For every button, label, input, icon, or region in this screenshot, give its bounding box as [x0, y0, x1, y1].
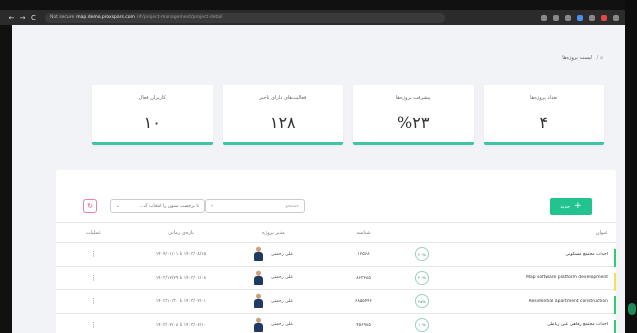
extension-icon[interactable]	[541, 14, 547, 21]
stat-value: %۲۳	[397, 113, 430, 132]
add-project-button[interactable]: جدید +	[550, 198, 592, 215]
avatar	[253, 246, 263, 262]
status-accent	[614, 272, 616, 291]
table-row[interactable]: احداث مجتمع مسکونی ۲۰% ۱۲۵۶۸ علی رحمتی ۱…	[56, 242, 616, 268]
project-id: ۸۶۳۲۸۵	[356, 275, 371, 281]
avatar	[253, 316, 263, 333]
project-id: ۱۲۵۶۸	[357, 252, 370, 258]
date-range: ۱۴۰۳/۰۲/۰۱ تا ۱۴۰۳/۱۰/۳۰	[155, 299, 207, 305]
header-id[interactable]: شناسه	[316, 230, 411, 236]
extensions-bar	[541, 14, 619, 21]
progress-ring: ۲۵%	[415, 294, 429, 309]
manager-name: علی رحمتی	[270, 251, 294, 257]
stat-card-users: کاربران فعال ۱۰	[92, 85, 213, 145]
stat-title: فعالیت‌های دارای تاخیر	[259, 95, 307, 101]
date-range: ۱۴۰۳/۰۶/۱۰ تا ۱۴۰۳/۰۲/۰۸	[155, 322, 207, 328]
page: ⌂ / لیست پروژه‌ها تعداد پروژه‌ها ۴ پیشرف…	[12, 25, 625, 333]
extension-icon[interactable]	[589, 14, 595, 21]
header-ops: عملیات	[85, 229, 102, 236]
progress-ring: ۴۰%	[415, 270, 429, 285]
extension-icon[interactable]	[565, 14, 571, 21]
progress-ring: ۲۰%	[415, 247, 429, 262]
window-edge	[625, 0, 637, 333]
stat-card-delayed: فعالیت‌های دارای تاخیر ۱۲۸	[222, 85, 343, 145]
avatar	[253, 293, 263, 309]
project-title[interactable]: Residential apartment construction	[437, 299, 608, 304]
refresh-button[interactable]: ↻	[83, 199, 97, 213]
progress-ring: ۱۰%	[415, 317, 429, 332]
more-options-icon[interactable]: ⋮	[90, 274, 97, 282]
browser-toolbar: ← → C Not secure map.demo.proxspars.com …	[0, 10, 625, 25]
status-accent	[614, 249, 616, 268]
stat-title: کاربران فعال	[138, 95, 166, 101]
column-select[interactable]: تا برچسب ستون را انتخاب ک... ⌄	[110, 199, 205, 213]
address-bar[interactable]: Not secure map.demo.proxspars.com /#/pro…	[45, 12, 445, 23]
manager-name: علی رحمتی	[270, 275, 294, 281]
table-row[interactable]: Residential apartment construction ۲۵% ۶…	[56, 289, 616, 315]
table-toolbar: جدید + جستجو ⌕ تا برچسب ستون را انتخاب ک…	[70, 198, 592, 216]
menu-icon[interactable]	[613, 14, 619, 21]
stat-value: ۴	[539, 113, 549, 132]
plus-icon: +	[574, 201, 582, 211]
header-title[interactable]: عنوان	[411, 230, 616, 236]
profile-icon[interactable]	[601, 14, 607, 21]
stat-card-progress: پیشرفت پروژه‌ها %۲۳	[353, 85, 474, 145]
url-host: map.demo.proxspars.com	[76, 15, 135, 20]
search-placeholder: جستجو	[285, 203, 299, 209]
status-accent	[614, 319, 616, 333]
extension-icon[interactable]	[553, 14, 559, 21]
chevron-down-icon: ⌄	[116, 203, 120, 209]
stat-value: ۱۰	[143, 113, 161, 132]
date-range: ۱۴۰۳/۰۸/۱۵ تا ۱۴۰۴/۰۱/۰۱	[155, 252, 207, 258]
url-path: /#/project-management/project-detail	[136, 15, 223, 20]
table-header: عنوان شناسه مدیر پروژه بازه‌ی زمانی عملی…	[56, 222, 616, 242]
date-range: ۱۴۰۳/۰۱/۰۸ تا ۱۴۰۳/۱۲/۲۹	[155, 275, 207, 281]
header-manager[interactable]: مدیر پروژه	[231, 230, 316, 236]
column-select-value: تا برچسب ستون را انتخاب ک...	[139, 203, 199, 209]
search-icon: ⌕	[211, 204, 214, 209]
avatar	[253, 269, 263, 286]
breadcrumb-home[interactable]: ⌂ /	[597, 55, 603, 61]
floating-action-icon[interactable]	[628, 303, 636, 315]
project-id: ۶۸۵۵۴۴۶	[355, 299, 372, 305]
more-options-icon[interactable]: ⋮	[90, 250, 97, 258]
add-button-label: جدید	[560, 203, 571, 210]
reload-button[interactable]: C	[28, 14, 39, 22]
security-label: Not secure	[50, 15, 75, 20]
more-options-icon[interactable]: ⋮	[90, 297, 97, 305]
projects-panel: جدید + جستجو ⌕ تا برچسب ستون را انتخاب ک…	[56, 170, 616, 333]
stat-card-projects: تعداد پروژه‌ها ۴	[483, 85, 604, 145]
project-title[interactable]: احداث مجتمع رفاهی عین رباطی	[437, 322, 608, 327]
more-options-icon[interactable]: ⋮	[90, 321, 97, 329]
stat-value: ۱۲۸	[269, 113, 296, 132]
stats-row: تعداد پروژه‌ها ۴ پیشرفت پروژه‌ها %۲۳ فعا…	[92, 85, 604, 145]
manager-name: علی رحمتی	[270, 322, 294, 328]
table-row[interactable]: احداث مجتمع رفاهی عین رباطی ۱۰% ۴۵۶۹۸۵ ع…	[56, 312, 616, 333]
stat-title: تعداد پروژه‌ها	[530, 95, 558, 101]
search-input[interactable]: جستجو ⌕	[205, 199, 305, 213]
status-accent	[614, 296, 616, 315]
breadcrumb: ⌂ / لیست پروژه‌ها	[562, 55, 603, 61]
back-button[interactable]: ←	[6, 14, 17, 22]
manager-name: علی رحمتی	[270, 298, 294, 304]
projects-table: عنوان شناسه مدیر پروژه بازه‌ی زمانی عملی…	[56, 222, 616, 333]
table-row[interactable]: Map software platform development ۴۰% ۸۶…	[56, 265, 616, 291]
forward-button[interactable]: →	[17, 14, 28, 22]
extension-icon[interactable]	[577, 14, 583, 21]
refresh-icon: ↻	[87, 202, 93, 210]
project-title[interactable]: Map software platform development	[437, 275, 608, 280]
project-id: ۴۵۶۹۸۵	[356, 322, 371, 328]
stat-title: پیشرفت پروژه‌ها	[395, 95, 431, 101]
breadcrumb-current: لیست پروژه‌ها	[562, 55, 592, 61]
project-title[interactable]: احداث مجتمع مسکونی	[437, 252, 608, 257]
header-range[interactable]: بازه‌ی زمانی	[131, 230, 231, 236]
